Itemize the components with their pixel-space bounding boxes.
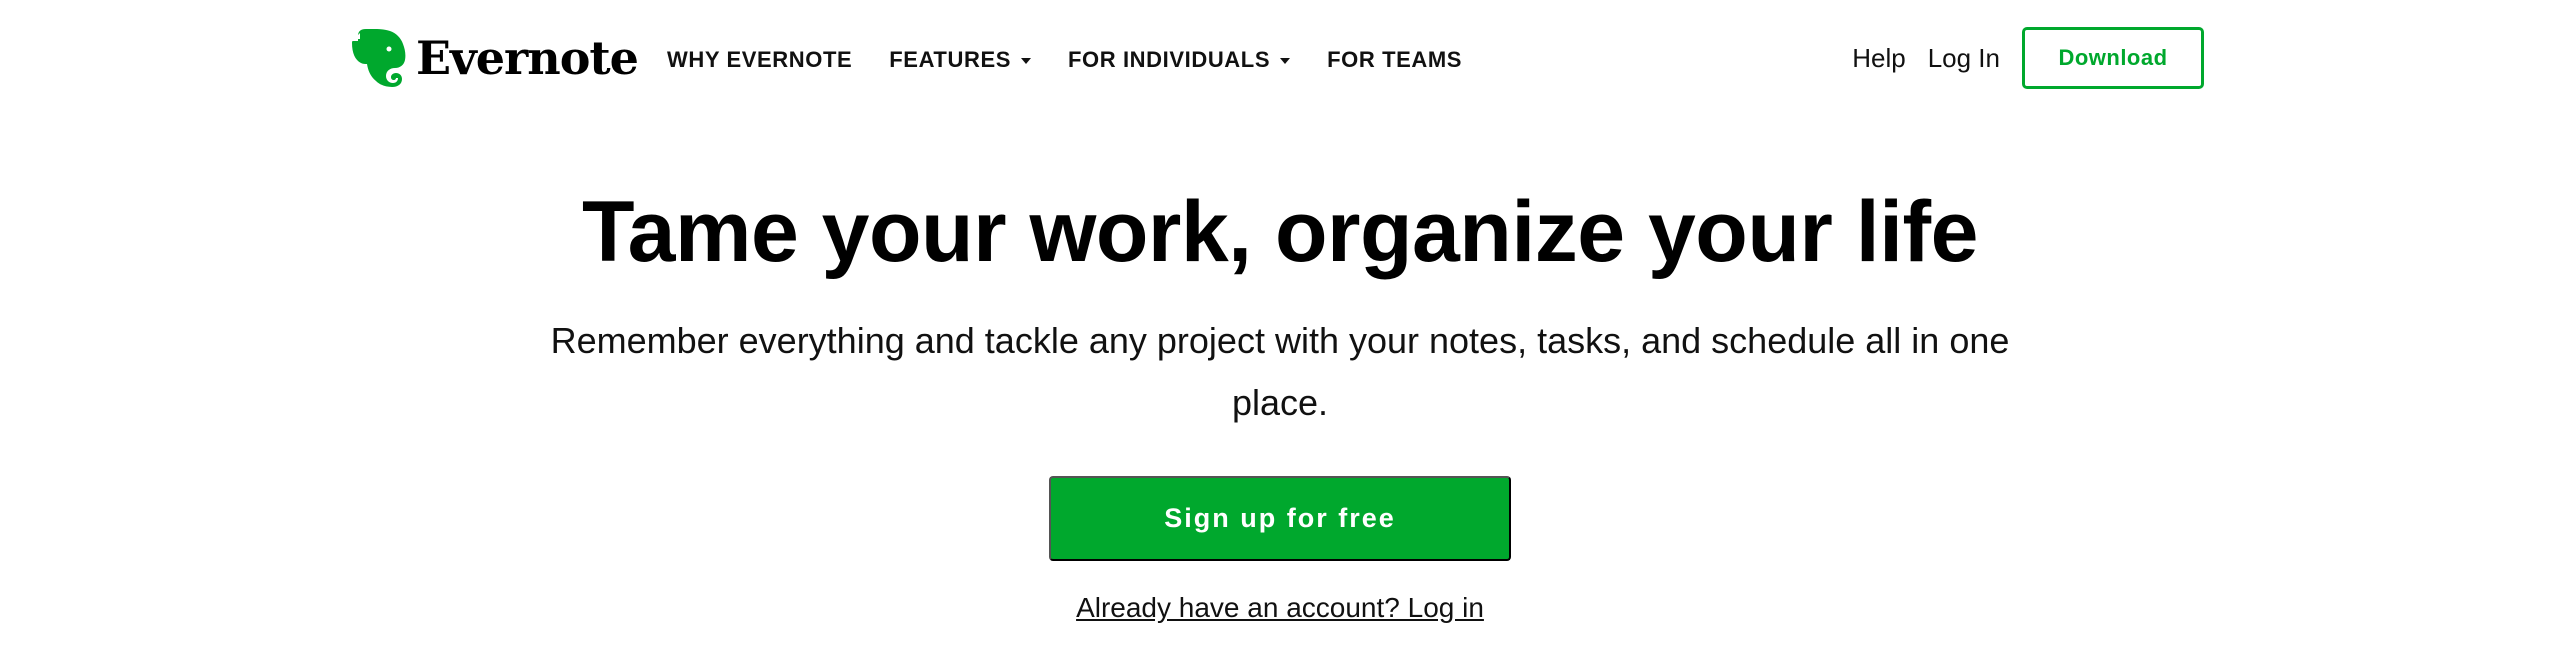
signup-button[interactable]: Sign up for free	[1049, 476, 1511, 561]
evernote-logo[interactable]: Evernote	[352, 26, 639, 90]
caret-down-icon	[1280, 58, 1291, 64]
nav-for-teams[interactable]: FOR TEAMS	[1327, 47, 1462, 73]
hero-subtitle: Remember everything and tackle any proje…	[550, 320, 2010, 423]
hero-title: Tame your work, organize your life	[582, 184, 1978, 280]
nav-why-evernote[interactable]: WHY EVERNOTE	[667, 47, 852, 73]
download-button[interactable]: Download	[2022, 27, 2204, 89]
nav-label: FOR INDIVIDUALS	[1068, 47, 1271, 72]
site-header: Evernote WHY EVERNOTE FEATURES FOR INDIV…	[0, 0, 2560, 118]
evernote-elephant-icon	[352, 29, 406, 87]
account-login-row: Already have an account? Log in	[0, 588, 2560, 628]
caret-down-icon	[1021, 58, 1031, 64]
account-login-link[interactable]: Already have an account? Log in	[1076, 592, 1484, 623]
nav-label: WHY EVERNOTE	[667, 47, 853, 72]
nav-label: FOR TEAMS	[1327, 47, 1463, 72]
nav-label: FEATURES	[889, 47, 1011, 72]
header-actions: Help Log In Download	[1852, 27, 2204, 89]
login-link[interactable]: Log In	[1928, 43, 2000, 74]
help-link[interactable]: Help	[1852, 43, 1905, 74]
nav-for-individuals[interactable]: FOR INDIVIDUALS	[1068, 47, 1291, 73]
main-nav: WHY EVERNOTE FEATURES FOR INDIVIDUALS FO…	[667, 40, 1499, 80]
logo-text: Evernote	[416, 31, 639, 85]
nav-features[interactable]: FEATURES	[889, 47, 1031, 73]
